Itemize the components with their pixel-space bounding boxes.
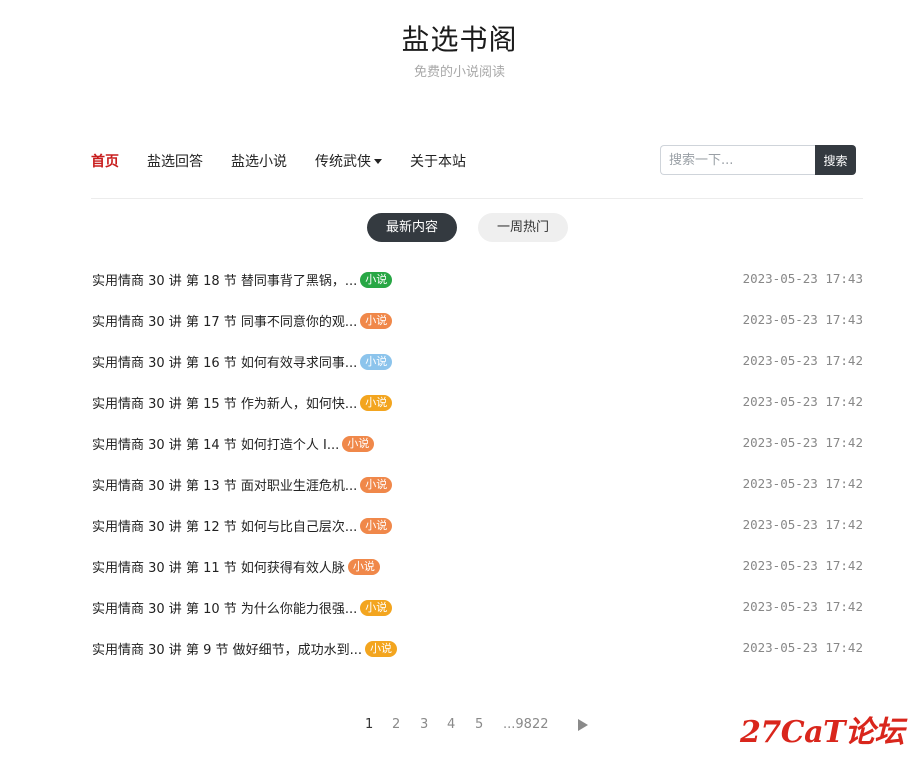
post-timestamp: 2023-05-23 17:42 [742,435,863,450]
post-title-link[interactable]: 实用情商 30 讲 第 13 节 面对职业生涯危机... 小说 [92,475,393,494]
caret-down-icon [374,159,382,164]
post-timestamp: 2023-05-23 17:43 [742,312,863,327]
list-item: 实用情商 30 讲 第 9 节 做好细节，成功水到... 小说 2023-05-23… [91,627,863,668]
post-title-link[interactable]: 实用情商 30 讲 第 9 节 做好细节，成功水到... 小说 [92,639,398,658]
post-title-link[interactable]: 实用情商 30 讲 第 18 节 替同事背了黑锅，... 小说 [92,270,393,289]
nav-item-wuxia-label: 传统武侠 [315,154,371,170]
post-title-text: 实用情商 30 讲 第 17 节 同事不同意你的观... [92,315,358,330]
post-timestamp: 2023-05-23 17:42 [742,517,863,532]
list-item: 实用情商 30 讲 第 14 节 如何打造个人 I... 小说 2023-05-23… [91,422,863,463]
page-link-5[interactable]: 5 [475,717,483,732]
post-timestamp: 2023-05-23 17:42 [742,640,863,655]
post-timestamp: 2023-05-23 17:42 [742,476,863,491]
post-title-link[interactable]: 实用情商 30 讲 第 10 节 为什么你能力很强... 小说 [92,598,393,617]
post-timestamp: 2023-05-23 17:42 [742,394,863,409]
category-badge[interactable]: 小说 [360,518,393,534]
post-timestamp: 2023-05-23 17:42 [742,599,863,614]
page-link-2[interactable]: 2 [392,717,400,732]
category-badge[interactable]: 小说 [360,272,393,288]
post-title-text: 实用情商 30 讲 第 15 节 作为新人，如何快... [92,397,358,412]
post-title-text: 实用情商 30 讲 第 16 节 如何有效寻求同事... [92,356,358,371]
nav-item-yanxuan-answers[interactable]: 盐选回答 [147,151,203,171]
post-title-text: 实用情商 30 讲 第 11 节 如何获得有效人脉 [92,561,345,576]
nav-divider [91,198,863,199]
nav-item-wuxia-dropdown[interactable]: 传统武侠 [315,151,382,171]
category-badge[interactable]: 小说 [360,395,393,411]
watermark-logo: 27CaT论坛 [740,715,904,750]
nav-item-about[interactable]: 关于本站 [410,151,466,171]
site-title: 盐选书阁 [401,23,518,56]
page-link-1[interactable]: 1 [365,717,373,732]
nav-item-home[interactable]: 首页 [91,151,119,171]
next-page-icon[interactable] [578,719,588,731]
list-item: 实用情商 30 讲 第 13 节 面对职业生涯危机... 小说 2023-05-23… [91,463,863,504]
list-item: 实用情商 30 讲 第 11 节 如何获得有效人脉 小说 2023-05-23 17… [91,545,863,586]
post-title-text: 实用情商 30 讲 第 14 节 如何打造个人 I... [92,438,340,453]
post-title-link[interactable]: 实用情商 30 讲 第 15 节 作为新人，如何快... 小说 [92,393,393,412]
post-timestamp: 2023-05-23 17:42 [742,353,863,368]
page-link-4[interactable]: 4 [447,717,455,732]
post-title-text: 实用情商 30 讲 第 18 节 替同事背了黑锅，... [92,274,358,289]
list-item: 实用情商 30 讲 第 18 节 替同事背了黑锅，... 小说 2023-05-23… [91,258,863,299]
main-nav: 首页 盐选回答 盐选小说 传统武侠 关于本站 搜索 [91,145,863,175]
post-title-link[interactable]: 实用情商 30 讲 第 12 节 如何与比自己层次... 小说 [92,516,393,535]
list-item: 实用情商 30 讲 第 17 节 同事不同意你的观... 小说 2023-05-23… [91,299,863,340]
post-title-link[interactable]: 实用情商 30 讲 第 16 节 如何有效寻求同事... 小说 [92,352,393,371]
post-title-link[interactable]: 实用情商 30 讲 第 17 节 同事不同意你的观... 小说 [92,311,393,330]
page-link-3[interactable]: 3 [420,717,428,732]
post-title-text: 实用情商 30 讲 第 10 节 为什么你能力很强... [92,602,358,617]
tab-latest[interactable]: 最新内容 [367,213,457,242]
category-badge[interactable]: 小说 [365,641,398,657]
post-timestamp: 2023-05-23 17:43 [742,271,863,286]
post-title-text: 实用情商 30 讲 第 9 节 做好细节，成功水到... [92,643,363,658]
tab-weekly-hot[interactable]: 一周热门 [478,213,568,242]
list-item: 实用情商 30 讲 第 10 节 为什么你能力很强... 小说 2023-05-23… [91,586,863,627]
post-title-link[interactable]: 实用情商 30 讲 第 11 节 如何获得有效人脉 小说 [92,557,380,576]
post-title-text: 实用情商 30 讲 第 13 节 面对职业生涯危机... [92,479,358,494]
list-item: 实用情商 30 讲 第 12 节 如何与比自己层次... 小说 2023-05-23… [91,504,863,545]
nav-item-yanxuan-novels[interactable]: 盐选小说 [231,151,287,171]
category-badge[interactable]: 小说 [342,436,375,452]
page-link-last[interactable]: ...9822 [503,717,548,732]
category-badge[interactable]: 小说 [360,354,393,370]
search-button[interactable]: 搜索 [815,145,856,175]
search-input[interactable] [660,145,816,175]
post-title-link[interactable]: 实用情商 30 讲 第 14 节 如何打造个人 I... 小说 [92,434,375,453]
category-badge[interactable]: 小说 [347,559,380,575]
category-badge[interactable]: 小说 [360,600,393,616]
site-subtitle: 免费的小说阅读 [413,65,505,80]
post-timestamp: 2023-05-23 17:42 [742,558,863,573]
list-item: 实用情商 30 讲 第 15 节 作为新人，如何快... 小说 2023-05-23… [91,381,863,422]
post-title-text: 实用情商 30 讲 第 12 节 如何与比自己层次... [92,520,358,535]
category-badge[interactable]: 小说 [360,477,393,493]
list-item: 实用情商 30 讲 第 16 节 如何有效寻求同事... 小说 2023-05-23… [91,340,863,381]
category-badge[interactable]: 小说 [360,313,393,329]
